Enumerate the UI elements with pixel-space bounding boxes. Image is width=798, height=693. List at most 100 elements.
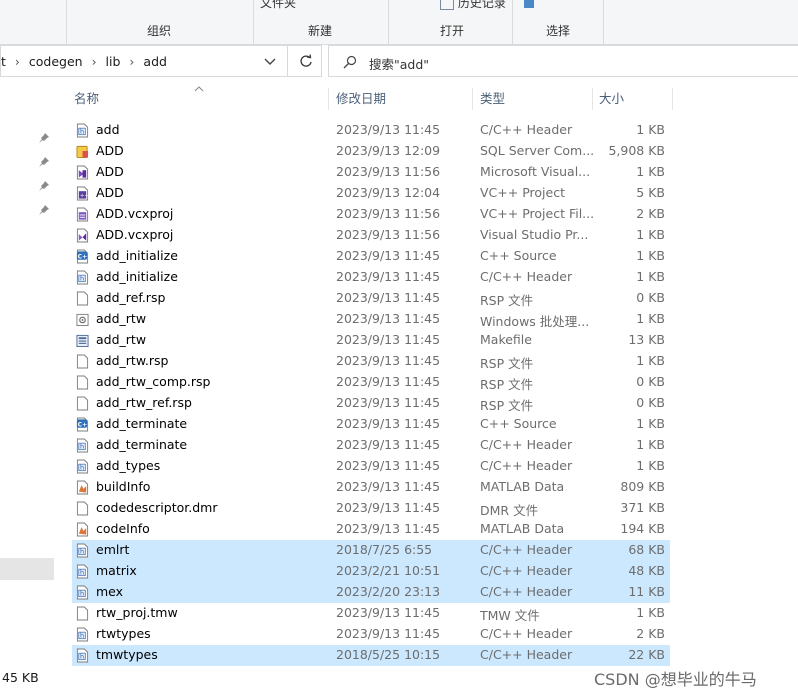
file-row[interactable]: add_rtw_comp.rsp 2023/9/13 11:45 RSP 文件 0 K… <box>72 372 670 393</box>
column-name[interactable]: 名称 <box>74 86 99 110</box>
file-date: 2023/9/13 11:45 <box>336 353 441 368</box>
file-size: 0 KB <box>636 290 665 305</box>
pin-icon[interactable] <box>38 204 50 216</box>
file-date: 2023/9/13 11:45 <box>336 500 441 515</box>
file-size: 1 KB <box>636 458 665 473</box>
file-date: 2023/9/13 11:45 <box>336 269 441 284</box>
blank-file-icon <box>76 291 89 306</box>
file-type: C/C++ Header <box>480 542 573 557</box>
blank-file-icon <box>76 606 89 621</box>
ribbon-folder-label[interactable]: 文件夹 <box>260 0 296 11</box>
svg-text:h: h <box>80 548 84 556</box>
file-row[interactable]: add_rtw 2023/9/13 11:45 Makefile 13 KB <box>72 330 670 351</box>
breadcrumb-item[interactable]: add <box>143 54 167 69</box>
address-bar[interactable]: t › codegen › lib › add <box>0 45 322 77</box>
file-size: 0 KB <box>636 374 665 389</box>
breadcrumb-separator[interactable]: › <box>92 54 97 69</box>
file-row[interactable]: add_rtw_ref.rsp 2023/9/13 11:45 RSP 文件 0 KB <box>72 393 670 414</box>
matlab-data-icon <box>76 480 89 495</box>
file-date: 2023/9/13 11:56 <box>336 164 441 179</box>
matlab-data-icon <box>76 522 89 537</box>
file-name: add_initialize <box>96 248 178 263</box>
file-name: codedescriptor.dmr <box>96 500 218 515</box>
file-date: 2023/9/13 12:04 <box>336 185 441 200</box>
nav-selected-item[interactable] <box>0 558 54 580</box>
file-size: 1 KB <box>636 311 665 326</box>
file-date: 2023/9/13 11:45 <box>336 479 441 494</box>
file-date: 2023/9/13 11:45 <box>336 248 441 263</box>
breadcrumb-separator[interactable]: › <box>15 54 20 69</box>
header-file-icon: h <box>76 627 89 642</box>
file-row[interactable]: h rtwtypes 2023/9/13 11:45 C/C++ Header 2 KB <box>72 624 670 645</box>
file-size: 1 KB <box>636 164 665 179</box>
column-date[interactable]: 修改日期 <box>336 86 386 110</box>
file-row[interactable]: ADD 2023/9/13 12:09 SQL Server Com... 5,908… <box>72 141 670 162</box>
file-size: 48 KB <box>628 563 665 578</box>
file-row[interactable]: h add_terminate 2023/9/13 11:45 C/C++ Heade… <box>72 435 670 456</box>
search-box[interactable]: 搜索"add" <box>328 45 798 77</box>
file-row[interactable]: ++ ADD 2023/9/13 12:04 VC++ Project 5 KB <box>72 183 670 204</box>
refresh-button[interactable] <box>287 45 324 77</box>
file-row[interactable]: ADD.vcxproj 2023/9/13 11:56 VC++ Project F… <box>72 204 670 225</box>
file-type: C/C++ Header <box>480 563 573 578</box>
pin-icon[interactable] <box>38 180 50 192</box>
file-row[interactable]: rtw_proj.tmw 2023/9/13 11:45 TMW 文件 1 KB <box>72 603 670 624</box>
column-size[interactable]: 大小 <box>599 86 624 110</box>
file-size: 2 KB <box>636 206 665 221</box>
file-row[interactable]: add_ref.rsp 2023/9/13 11:45 RSP 文件 0 KB <box>72 288 670 309</box>
select-all-icon[interactable] <box>524 0 534 8</box>
file-row[interactable]: h tmwtypes 2018/5/25 10:15 C/C++ Header 22 K… <box>72 645 670 666</box>
status-bar: 45 KB CSDN @想毕业的牛马 <box>0 666 798 693</box>
file-name: buildInfo <box>96 479 151 494</box>
breadcrumb-separator[interactable]: › <box>129 54 134 69</box>
file-row[interactable]: C+ add_terminate 2023/9/13 11:45 C++ Source… <box>72 414 670 435</box>
file-name: add_ref.rsp <box>96 290 166 305</box>
file-date: 2023/9/13 11:45 <box>336 458 441 473</box>
file-size: 194 KB <box>620 521 665 536</box>
file-row[interactable]: h add 2023/9/13 11:45 C/C++ Header 1 KB <box>72 120 670 141</box>
file-row[interactable]: add_rtw.rsp 2023/9/13 11:45 RSP 文件 1 KB <box>72 351 670 372</box>
column-header-row: 名称 修改日期 类型 大小 <box>66 86 676 110</box>
file-row[interactable]: h emlrt 2018/7/25 6:55 C/C++ Header 68 KB <box>72 540 670 561</box>
file-date: 2023/9/13 11:45 <box>336 416 441 431</box>
file-size: 1 KB <box>636 227 665 242</box>
breadcrumb-item[interactable]: lib <box>106 54 121 69</box>
file-type: C/C++ Header <box>480 584 573 599</box>
file-name: rtw_proj.tmw <box>96 605 178 620</box>
pin-icon[interactable] <box>38 156 50 168</box>
file-row[interactable]: ADD 2023/9/13 11:56 Microsoft Visual... 1 K… <box>72 162 670 183</box>
breadcrumb-item[interactable]: t <box>1 54 6 69</box>
svg-text:h: h <box>80 128 84 136</box>
group-organize: 组织 <box>147 24 172 38</box>
file-name: add_types <box>96 458 161 473</box>
column-type[interactable]: 类型 <box>480 86 505 110</box>
chevron-down-icon[interactable] <box>264 58 276 66</box>
status-size: 45 KB <box>2 670 39 685</box>
file-row[interactable]: h add_types 2023/9/13 11:45 C/C++ Header 1 K… <box>72 456 670 477</box>
file-size: 809 KB <box>620 479 665 494</box>
file-type: C/C++ Header <box>480 626 573 641</box>
file-row[interactable]: add_rtw 2023/9/13 11:45 Windows 批处理... 1 KB <box>72 309 670 330</box>
header-file-icon: h <box>76 459 89 474</box>
file-row[interactable]: h mex 2023/2/20 23:13 C/C++ Header 11 KB <box>72 582 670 603</box>
breadcrumb-item[interactable]: codegen <box>29 54 83 69</box>
pin-icon[interactable] <box>38 132 50 144</box>
vcxproj-filters-icon <box>76 207 89 222</box>
file-row[interactable]: h add_initialize 2023/9/13 11:45 C/C++ Head… <box>72 267 670 288</box>
file-date: 2023/9/13 11:45 <box>336 122 441 137</box>
file-row[interactable]: ADD.vcxproj 2023/9/13 11:56 Visual Studio … <box>72 225 670 246</box>
file-size: 22 KB <box>628 647 665 662</box>
file-row[interactable]: codeInfo 2023/9/13 11:45 MATLAB Data 194 KB <box>72 519 670 540</box>
file-row[interactable]: C+ add_initialize 2023/9/13 11:45 C++ Sourc… <box>72 246 670 267</box>
file-row[interactable]: h matrix 2023/2/21 10:51 C/C++ Header 48 KB <box>72 561 670 582</box>
file-date: 2023/9/13 11:45 <box>336 311 441 326</box>
file-type: Visual Studio Pr... <box>480 227 589 242</box>
file-name: mex <box>96 584 124 599</box>
file-type: VC++ Project Fil... <box>480 206 595 221</box>
header-file-icon: h <box>76 438 89 453</box>
header-file-icon: h <box>76 564 89 579</box>
file-row[interactable]: buildInfo 2023/9/13 11:45 MATLAB Data 809 K… <box>72 477 670 498</box>
file-row[interactable]: codedescriptor.dmr 2023/9/13 11:45 DMR 文件 3… <box>72 498 670 519</box>
file-date: 2023/9/13 12:09 <box>336 143 441 158</box>
history-button[interactable]: 历史记录 <box>440 0 506 11</box>
